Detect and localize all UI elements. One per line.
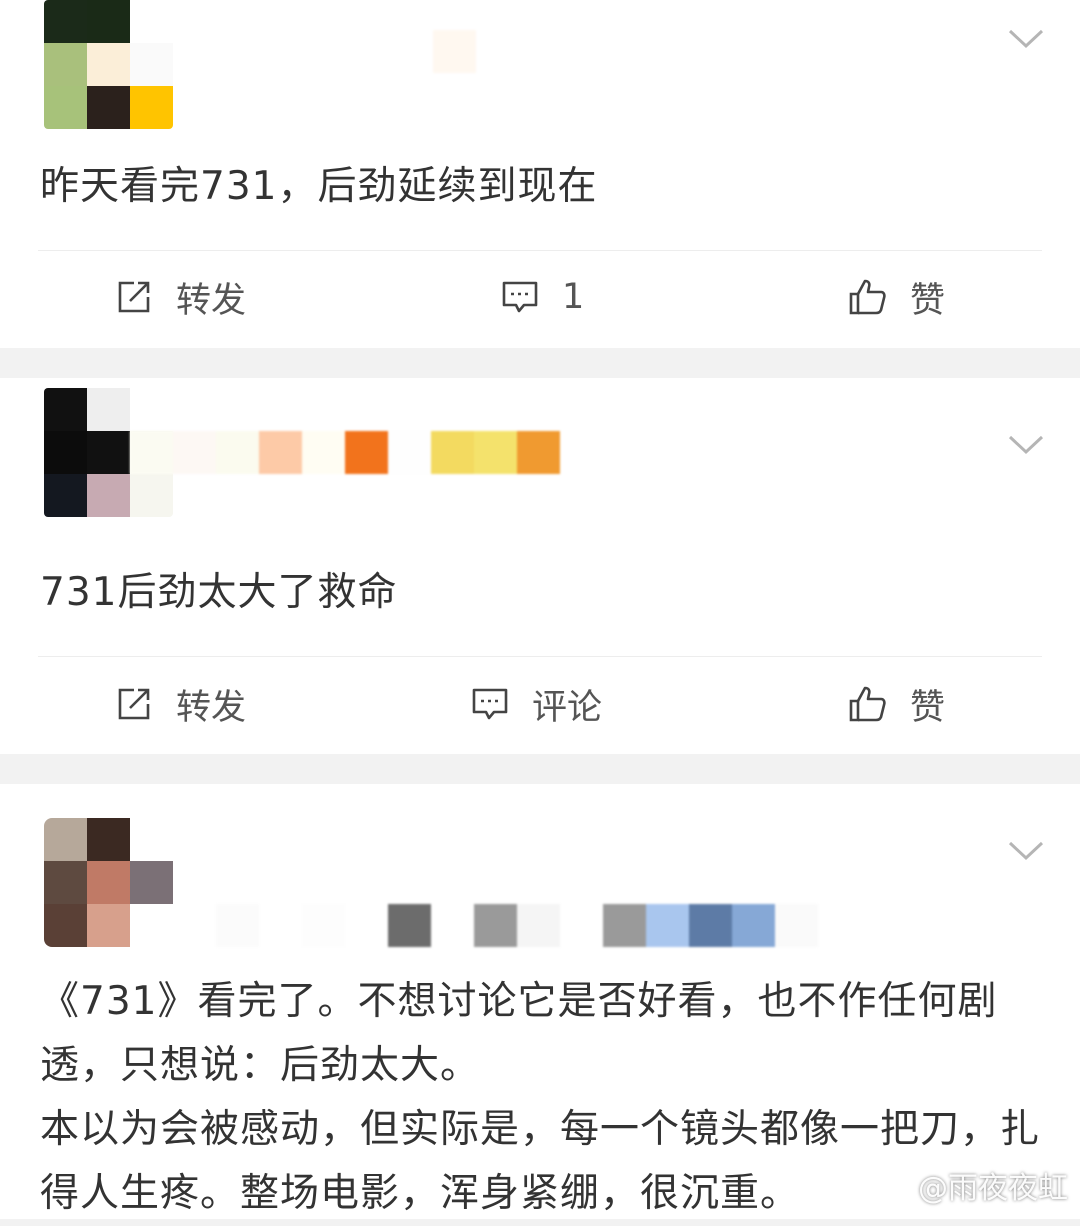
like-button[interactable]: 赞: [848, 674, 945, 734]
divider: [38, 250, 1042, 251]
comment-button[interactable]: 1: [500, 267, 584, 327]
username-pixel: [216, 904, 259, 947]
username-pixel: [732, 904, 775, 947]
username-blurred[interactable]: [390, 30, 519, 73]
username-pixel: [476, 30, 519, 73]
username-pixel: [259, 904, 302, 947]
thumbs-up-icon: [849, 686, 886, 722]
chevron-down-icon[interactable]: [1008, 840, 1044, 862]
avatar-pixel: [44, 86, 87, 129]
avatar-pixel: [87, 474, 130, 517]
username-pixel: [433, 30, 476, 73]
like-label: 赞: [910, 687, 946, 728]
username-blurred[interactable]: [216, 904, 818, 947]
avatar-pixel: [44, 904, 87, 947]
repost-button[interactable]: 转发: [114, 674, 246, 734]
username-pixel: [390, 30, 433, 73]
username-pixel: [173, 431, 216, 474]
username-pixel: [517, 904, 560, 947]
username-pixel: [431, 431, 474, 474]
username-pixel: [474, 431, 517, 474]
post-text: 731后劲太大了救命: [40, 570, 398, 615]
avatar-pixel: [44, 0, 87, 43]
username-pixel: [603, 904, 646, 947]
avatar-pixel: [87, 43, 130, 86]
avatar-pixel: [44, 474, 87, 517]
username-pixel: [431, 904, 474, 947]
username-pixel: [775, 904, 818, 947]
avatar-pixel: [87, 86, 130, 129]
avatar[interactable]: [44, 818, 173, 947]
username-pixel: [302, 904, 345, 947]
post-text: 《731》看完了。不想讨论它是否好看，也不作任何剧透，只想说：后劲太大。 本以为…: [40, 979, 1041, 1216]
username-pixel: [302, 431, 345, 474]
comment-label: 评论: [532, 687, 603, 728]
comment-icon: [502, 281, 538, 313]
avatar-pixel: [87, 0, 130, 43]
post-card-2: 731后劲太大了救命 转发 评论 赞: [0, 378, 1080, 754]
avatar-pixel: [130, 861, 173, 904]
username-pixel: [646, 904, 689, 947]
post-text: 昨天看完731，后劲延续到现在: [40, 164, 598, 209]
avatar-pixel: [87, 388, 130, 431]
avatar-pixel: [44, 818, 87, 861]
comment-icon: [472, 688, 508, 720]
avatar-pixel: [87, 818, 130, 861]
avatar-pixel: [130, 818, 173, 861]
avatar-pixel: [130, 388, 173, 431]
repost-icon: [118, 281, 150, 313]
avatar-pixel: [87, 431, 130, 474]
avatar-pixel: [44, 431, 87, 474]
comment-button[interactable]: 评论: [470, 674, 602, 734]
avatar-pixel: [130, 0, 173, 43]
chevron-down-icon[interactable]: [1008, 28, 1044, 50]
avatar-pixel: [87, 861, 130, 904]
username-pixel: [474, 904, 517, 947]
username-pixel: [345, 431, 388, 474]
chevron-down-icon[interactable]: [1008, 434, 1044, 456]
username-pixel: [130, 431, 173, 474]
username-pixel: [345, 904, 388, 947]
avatar-pixel: [44, 861, 87, 904]
username-pixel: [259, 431, 302, 474]
watermark: @雨夜夜虹: [918, 1171, 1068, 1206]
avatar-pixel: [44, 43, 87, 86]
like-label: 赞: [910, 280, 946, 321]
repost-label: 转发: [176, 280, 247, 321]
like-button[interactable]: 赞: [848, 267, 945, 327]
username-pixel: [388, 431, 431, 474]
username-pixel: [388, 904, 431, 947]
avatar[interactable]: [44, 0, 173, 129]
divider: [38, 656, 1042, 657]
avatar-pixel: [130, 86, 173, 129]
avatar-pixel: [87, 904, 130, 947]
avatar-pixel: [130, 904, 173, 947]
username-pixel: [517, 431, 560, 474]
username-pixel: [689, 904, 732, 947]
comment-count: 1: [562, 277, 585, 317]
avatar-pixel: [130, 43, 173, 86]
username-pixel: [560, 904, 603, 947]
username-blurred[interactable]: [130, 431, 560, 474]
post-card-1: 昨天看完731，后劲延续到现在 转发 1 赞: [0, 0, 1080, 348]
post-card-3: 《731》看完了。不想讨论它是否好看，也不作任何剧透，只想说：后劲太大。 本以为…: [0, 784, 1080, 1219]
avatar-pixel: [130, 474, 173, 517]
repost-label: 转发: [176, 687, 247, 728]
username-pixel: [216, 431, 259, 474]
thumbs-up-icon: [849, 279, 886, 315]
avatar-pixel: [44, 388, 87, 431]
repost-icon: [118, 688, 150, 720]
repost-button[interactable]: 转发: [114, 267, 246, 327]
